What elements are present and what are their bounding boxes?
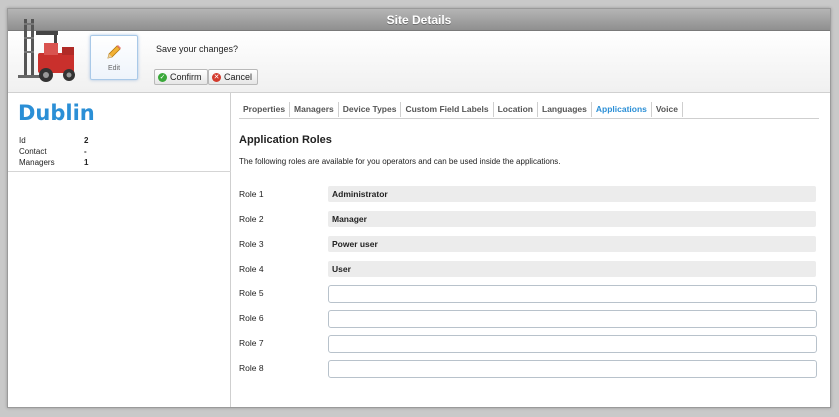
role-row: Role 8 xyxy=(239,360,819,378)
site-summary-panel: Dublin Id 2 Contact - Managers 1 xyxy=(8,93,231,407)
section-description: The following roles are available for yo… xyxy=(239,157,561,166)
role-8-input[interactable] xyxy=(328,360,817,378)
role-row: Role 5 xyxy=(239,285,819,303)
role-label: Role 3 xyxy=(239,239,264,249)
role-row: Role 4 User xyxy=(239,261,819,279)
cancel-button[interactable]: ✕ Cancel xyxy=(208,69,259,85)
role-label: Role 2 xyxy=(239,214,264,224)
site-name: Dublin xyxy=(18,101,95,125)
divider xyxy=(8,171,231,172)
tab-bar: Properties Managers Device Types Custom … xyxy=(239,101,819,119)
edit-button[interactable]: Edit xyxy=(90,35,138,80)
role-row: Role 6 xyxy=(239,310,819,328)
tab-languages[interactable]: Languages xyxy=(538,102,592,117)
main-content: Properties Managers Device Types Custom … xyxy=(232,93,830,407)
info-value: 1 xyxy=(84,158,89,167)
role-row: Role 7 xyxy=(239,335,819,353)
role-value: Administrator xyxy=(328,186,816,202)
role-label: Role 7 xyxy=(239,338,264,348)
info-value: 2 xyxy=(84,136,89,145)
info-value: - xyxy=(84,147,87,156)
role-row: Role 3 Power user xyxy=(239,236,819,254)
role-5-input[interactable] xyxy=(328,285,817,303)
info-key: Id xyxy=(19,136,26,145)
role-value: Manager xyxy=(328,211,816,227)
role-7-input[interactable] xyxy=(328,335,817,353)
edit-label: Edit xyxy=(107,65,121,72)
tab-managers[interactable]: Managers xyxy=(290,102,339,117)
info-row-managers: Managers 1 xyxy=(19,157,88,168)
site-details-window: Site Details Edit Save your changes? ✓ C… xyxy=(7,8,831,408)
forklift-icon xyxy=(18,19,75,82)
window-title: Site Details xyxy=(8,9,830,31)
role-label: Role 1 xyxy=(239,189,264,199)
tab-device-types[interactable]: Device Types xyxy=(339,102,402,117)
info-row-id: Id 2 xyxy=(19,135,88,146)
toolbar: Edit Save your changes? ✓ Confirm ✕ Canc… xyxy=(8,19,830,93)
role-value: User xyxy=(328,261,816,277)
tab-custom-field-labels[interactable]: Custom Field Labels xyxy=(401,102,494,117)
tab-properties[interactable]: Properties xyxy=(239,102,291,117)
section-title: Application Roles xyxy=(239,134,332,146)
cancel-label: Cancel xyxy=(224,72,253,82)
role-row: Role 2 Manager xyxy=(239,211,819,229)
pencil-icon xyxy=(107,45,121,59)
check-icon: ✓ xyxy=(158,72,167,82)
site-info: Id 2 Contact - Managers 1 xyxy=(19,135,88,168)
close-icon: ✕ xyxy=(212,72,221,82)
info-row-contact: Contact - xyxy=(19,146,88,157)
save-prompt: Save your changes? xyxy=(156,44,239,54)
role-6-input[interactable] xyxy=(328,310,817,328)
tab-voice[interactable]: Voice xyxy=(652,102,683,117)
confirm-label: Confirm xyxy=(170,72,202,82)
role-label: Role 5 xyxy=(239,288,264,298)
info-key: Managers xyxy=(19,158,55,167)
confirm-button[interactable]: ✓ Confirm xyxy=(154,69,208,85)
role-label: Role 4 xyxy=(239,264,264,274)
tab-applications[interactable]: Applications xyxy=(592,102,652,117)
role-row: Role 1 Administrator xyxy=(239,186,819,204)
tab-location[interactable]: Location xyxy=(494,102,538,117)
role-label: Role 6 xyxy=(239,313,264,323)
info-key: Contact xyxy=(19,147,47,156)
role-label: Role 8 xyxy=(239,363,264,373)
role-value: Power user xyxy=(328,236,816,252)
